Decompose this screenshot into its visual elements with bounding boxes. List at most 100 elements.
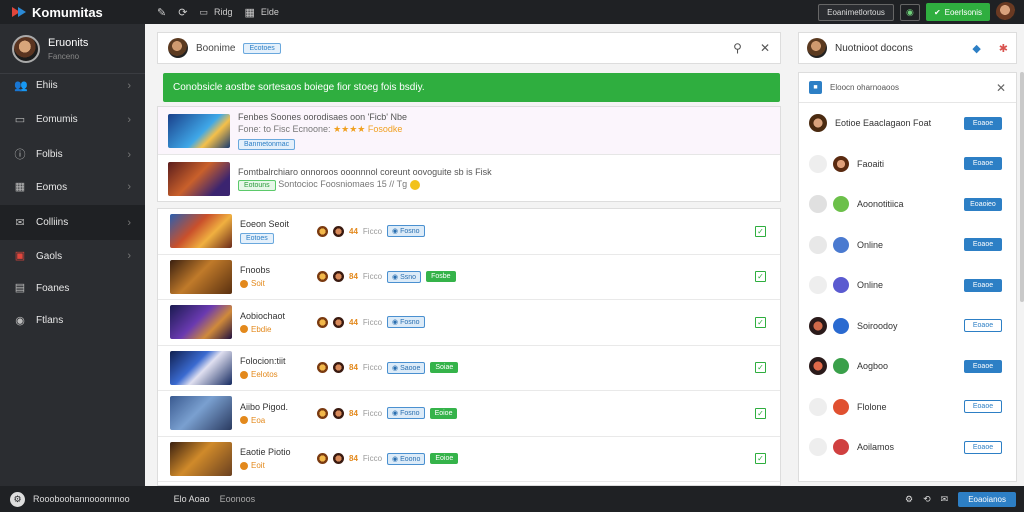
- friend-action-button[interactable]: Eoaoe: [964, 319, 1002, 333]
- game-row[interactable]: Fnoobs Soit 84 Ficco ◉ Ssno Fosbe ✓: [158, 255, 780, 300]
- news-item[interactable]: Fenbes Soones oorodisaes oon 'Ficb' Nbe …: [158, 107, 780, 155]
- friend-action-button[interactable]: Eoaoieo: [964, 197, 1002, 211]
- game-tag[interactable]: ◉ Fosno: [387, 407, 425, 420]
- game-icon: [833, 236, 849, 253]
- check-icon[interactable]: ✓: [755, 453, 766, 465]
- news-chip[interactable]: Banmetonmac: [238, 138, 296, 150]
- friend-action-button[interactable]: Eoaoe: [964, 116, 1002, 130]
- status-button[interactable]: ◉: [899, 3, 920, 21]
- close-icon[interactable]: ✕: [760, 41, 770, 55]
- primary-action-button[interactable]: ✔ Eoerlsonis: [925, 3, 990, 21]
- game-row[interactable]: Aiibo Pigod. Eoa 84 Ficco ◉ Fosno Eoioe ✓: [158, 391, 780, 437]
- friends-panel: Nuotnioot docons ◆ ✱ ■ Eloocn oharnoaoos…: [795, 24, 1024, 486]
- friend-row[interactable]: Flolone Eoaoe: [799, 387, 1016, 428]
- sidebar-item[interactable]: ⓘ Folbis ›: [0, 138, 145, 171]
- chevron-right-icon: ›: [127, 216, 131, 229]
- main-content: Boonime Ecotoes ⚲ ✕ Conobsicle aostbe so…: [145, 24, 795, 486]
- friend-action-button[interactable]: Eoaoe: [964, 157, 1002, 171]
- friend-action-button[interactable]: Eoaoe: [964, 238, 1002, 252]
- sidebar-item[interactable]: ▤ Foanes: [0, 272, 145, 304]
- settings-icon[interactable]: ✱: [999, 42, 1008, 55]
- top-link-1[interactable]: Ridg: [214, 7, 233, 17]
- game-tag[interactable]: ◉ Fosno: [387, 316, 425, 329]
- search-chip[interactable]: Ecotoes: [243, 42, 281, 54]
- friend-action-button[interactable]: Eoaoe: [964, 440, 1002, 454]
- friend-row[interactable]: Online Eoaoe: [799, 265, 1016, 306]
- sidebar-item[interactable]: ▭ Eomumis ›: [0, 102, 145, 137]
- game-thumbnail: [170, 259, 232, 294]
- bottom-item-2[interactable]: Eoonoos: [220, 494, 256, 504]
- check-icon[interactable]: ✓: [755, 316, 766, 328]
- scrollbar[interactable]: [1020, 72, 1024, 302]
- friend-name: Aogboo: [857, 361, 889, 372]
- edit-icon[interactable]: ✎: [157, 6, 166, 19]
- friend-row[interactable]: Aogboo Eoaoe: [799, 346, 1016, 387]
- friend-name: Aoonotitiica: [857, 199, 904, 210]
- sidebar-item[interactable]: ▣ Gaols ›: [0, 240, 145, 272]
- app-title: Komumitas: [32, 4, 103, 20]
- news-item[interactable]: Fomtbalrchiaro onnoroos ooonnnol coreunt…: [158, 155, 780, 203]
- close-icon[interactable]: ✕: [996, 81, 1006, 95]
- search-icon[interactable]: ⚲: [733, 41, 742, 55]
- news-thumbnail: [168, 162, 230, 196]
- friend-row[interactable]: Soiroodoy Eoaoe: [799, 306, 1016, 347]
- game-row[interactable]: Eoeon Seoit Eotoes 44 Ficco ◉ Fosno ✓: [158, 209, 780, 255]
- game-status[interactable]: Soiae: [430, 362, 459, 374]
- friend-row[interactable]: Aoonotitiica Eoaoieo: [799, 184, 1016, 225]
- news-headline: Fomtbalrchiaro onnoroos ooonnnol coreunt…: [238, 167, 492, 177]
- notification-banner[interactable]: Conobsicle aostbe sortesaos boiege fior …: [163, 73, 780, 102]
- sidebar-item[interactable]: ◉ Ftlans: [0, 304, 145, 337]
- menu-button[interactable]: Eoanimetlortous: [818, 3, 894, 21]
- avatar: [809, 195, 827, 214]
- friend-row[interactable]: Eotioe Eaaclagaon Foat Eoaoe: [799, 103, 1016, 144]
- sidebar-item[interactable]: 👥 Ehiis ›: [0, 69, 145, 102]
- game-row[interactable]: Aobiochaot Ebdie 44 Ficco ◉ Fosno ✓: [158, 300, 780, 346]
- user-avatar[interactable]: [996, 2, 1016, 22]
- friend-action-button[interactable]: Eoaoe: [964, 278, 1002, 292]
- avatar: [809, 397, 827, 416]
- news-chip[interactable]: Eotouns: [238, 180, 276, 191]
- game-tag-label: Ssno: [400, 273, 417, 281]
- check-icon[interactable]: ✓: [755, 362, 766, 374]
- badge-icon: [240, 370, 248, 379]
- brand[interactable]: Komumitas: [0, 0, 145, 24]
- bottom-item-1[interactable]: Elo Aoao: [174, 494, 210, 504]
- friends-search[interactable]: ■ Eloocn oharnoaoos ✕: [799, 73, 1016, 103]
- game-row[interactable]: Eaotie Piotio Eoit 84 Ficco ◉ Eoono Eoioe ✓: [158, 437, 780, 482]
- friend-action-button[interactable]: Eoaoe: [964, 400, 1002, 414]
- friend-row[interactable]: Faoaiti Eoaoe: [799, 144, 1016, 185]
- game-status[interactable]: Eoioe: [429, 407, 458, 419]
- notification-icon[interactable]: ◆: [972, 42, 980, 55]
- chat-icon[interactable]: ✉: [941, 494, 949, 505]
- game-tag[interactable]: ◉ Saooe: [387, 361, 426, 374]
- news-thumbnail: [168, 113, 230, 148]
- sidebar-item[interactable]: ✉ Colliins ›: [0, 205, 145, 240]
- game-status[interactable]: Eoioe: [430, 453, 459, 465]
- friend-row[interactable]: Aoilamos Eoaoe: [799, 427, 1016, 468]
- game-chip[interactable]: Eotoes: [240, 232, 274, 244]
- game-row[interactable]: Folocion:tiit Eelotos 84 Ficco ◉ Saooe Soiae ✓: [158, 346, 780, 391]
- friend-action-button[interactable]: Eoaoe: [964, 359, 1002, 373]
- game-tag[interactable]: ◉ Fosno: [387, 225, 425, 238]
- friends-title: Nuotnioot docons: [835, 42, 913, 54]
- refresh-icon[interactable]: ⟳: [178, 6, 187, 19]
- friend-row[interactable]: Online Eoaoe: [799, 225, 1016, 266]
- friends-list: ■ Eloocn oharnoaoos ✕ Eotioe Eaaclagaon …: [798, 72, 1017, 482]
- sidebar-item-label: Gaols: [36, 250, 63, 262]
- game-thumbnail: [170, 214, 232, 249]
- top-link-2[interactable]: Elde: [261, 7, 279, 17]
- user-profile[interactable]: Eruonits Fanceno: [0, 24, 145, 74]
- game-tag[interactable]: ◉ Eoono: [387, 452, 426, 465]
- check-icon[interactable]: ✓: [755, 271, 766, 283]
- avatar: [809, 357, 827, 376]
- check-icon[interactable]: ✓: [755, 407, 766, 419]
- sync-icon[interactable]: ⟲: [923, 494, 931, 505]
- check-icon[interactable]: ✓: [755, 225, 766, 237]
- game-status[interactable]: Fosbe: [426, 271, 456, 283]
- sidebar-item[interactable]: ▦ Eomos ›: [0, 171, 145, 203]
- game-tag[interactable]: ◉ Ssno: [387, 270, 422, 283]
- bottom-action-button[interactable]: Eoaoianos: [958, 491, 1016, 507]
- smiley-icon: [409, 179, 420, 190]
- settings-icon[interactable]: ⚙: [905, 494, 913, 505]
- gear-icon[interactable]: ⚙: [10, 491, 25, 507]
